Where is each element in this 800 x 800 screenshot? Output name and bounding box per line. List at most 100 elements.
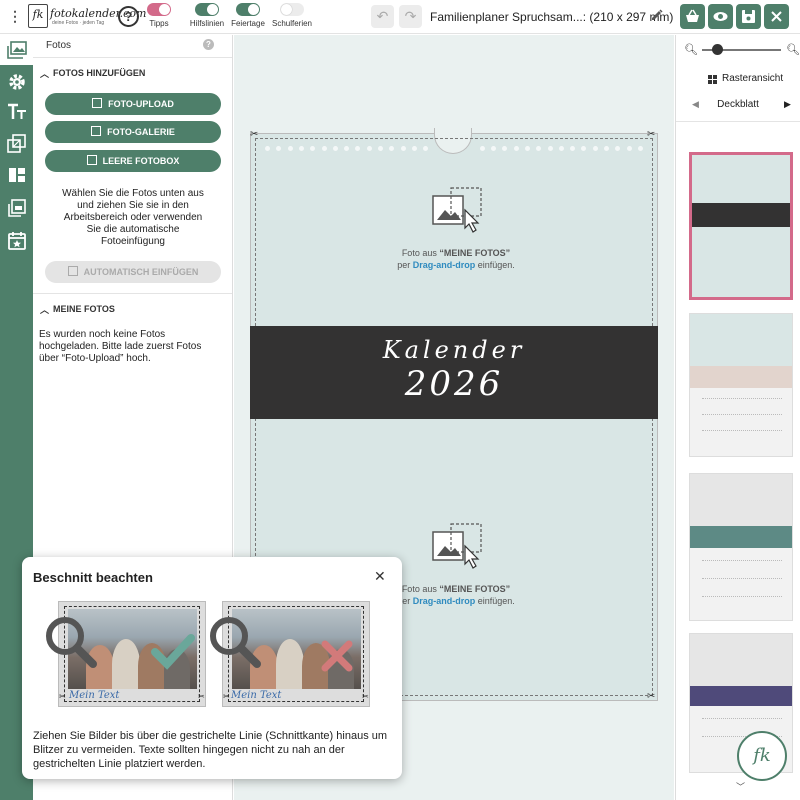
layers-icon: [7, 134, 26, 153]
example-correct: ✂ ✂ Mein Text: [46, 601, 206, 707]
photo-gallery-button[interactable]: FOTO-GALERIE: [45, 121, 221, 143]
page-thumbnail-month[interactable]: [689, 313, 793, 457]
basket-icon: [686, 9, 699, 22]
thumb-grid-line: [702, 560, 782, 561]
calendar-star-icon: [8, 232, 26, 250]
document-title[interactable]: Familienplaner Spruchsam...: (210 x 297 …: [430, 10, 673, 24]
text-part: “MEINE FOTOS”: [439, 248, 511, 258]
section-my-photos[interactable]: ︿ MEINE FOTOS: [33, 301, 233, 319]
toggle-feiertage[interactable]: Feiertage: [230, 3, 266, 33]
toggle-label: Tipps: [149, 19, 169, 28]
text-part: einfügen.: [475, 260, 515, 270]
toggle-label: Schulferien: [271, 19, 313, 28]
text-icon: [8, 103, 26, 119]
auto-insert-button[interactable]: AUTOMATISCH EINFÜGEN: [45, 261, 221, 283]
text-line: über “Foto-Upload” hoch.: [39, 353, 151, 364]
page-thumbnail-month[interactable]: [689, 473, 793, 621]
undo-button[interactable]: ↶: [371, 5, 394, 28]
toggle-tipps[interactable]: Tipps: [146, 3, 172, 33]
fk-logo-badge[interactable]: fk: [737, 731, 787, 781]
sidebar-item-photos[interactable]: [0, 35, 33, 65]
redo-icon: ↷: [404, 8, 417, 24]
zoom-slider-handle[interactable]: [712, 44, 723, 55]
popup-text: Ziehen Sie Bilder bis über die gestriche…: [33, 730, 388, 770]
section-add-photos[interactable]: ︿ FOTOS HINZUFÜGEN: [33, 65, 233, 83]
edit-pen-icon[interactable]: [651, 9, 663, 23]
eye-icon: [713, 12, 728, 21]
magnifier-icon: [46, 617, 97, 668]
photo-dropzone-top[interactable]: Foto aus “MEINE FOTOS” per Drag-and-drop…: [351, 186, 561, 276]
thumb-photo-area: [690, 314, 792, 366]
thumb-grid-line: [702, 596, 782, 597]
sidebar-item-calendar-star[interactable]: [0, 225, 33, 255]
grid-icon: [708, 75, 717, 84]
photo-upload-button[interactable]: FOTO-UPLOAD: [45, 93, 221, 115]
next-page-arrow-icon[interactable]: ▶: [784, 99, 791, 110]
toggle-track[interactable]: [280, 3, 304, 16]
my-photos-empty-text: Es wurden noch keine Fotos hochgeladen. …: [39, 329, 229, 365]
add-photos-hint: Wählen Sie die Fotos unten aus und ziehe…: [33, 188, 233, 248]
dropzone-text: per Drag-and-drop einfügen.: [351, 260, 561, 270]
sidebar-item-layers[interactable]: [0, 128, 33, 158]
dropzone-text: Foto aus “MEINE FOTOS”: [351, 248, 561, 258]
thumb-photo-area: [692, 155, 790, 203]
checkmark-icon: [151, 634, 195, 670]
thumb-title-band: [692, 203, 790, 227]
logo-mark: fk: [28, 4, 48, 28]
redo-button[interactable]: ↷: [399, 5, 422, 28]
gear-icon: [9, 74, 25, 90]
text-part: Foto aus: [401, 248, 440, 258]
toggle-track[interactable]: [236, 3, 260, 16]
scissors-icon: ✂: [647, 129, 656, 140]
button-label: AUTOMATISCH EINFÜGEN: [83, 267, 199, 277]
sidebar-item-text[interactable]: [0, 97, 33, 127]
toggle-track[interactable]: [147, 3, 171, 16]
top-bar: ⋮ fk fotokalender.com deine Fotos · jede…: [0, 0, 800, 34]
page-thumbnail-cover[interactable]: [689, 152, 793, 300]
drop-photo-icon: [432, 523, 482, 569]
save-button[interactable]: [736, 4, 761, 29]
thumb-photo-area: [690, 474, 792, 526]
upload-icon: [92, 98, 103, 108]
text-part: einfügen.: [475, 596, 515, 606]
help-icon[interactable]: ?: [118, 6, 139, 27]
panel-title: Fotos: [46, 40, 72, 51]
scissors-icon: ✂: [362, 692, 369, 701]
current-page-label: Deckblatt: [717, 99, 759, 110]
scissors-icon: ✂: [59, 692, 66, 701]
save-icon: [742, 10, 755, 23]
button-label: FOTO-UPLOAD: [108, 99, 174, 109]
logo[interactable]: fk fotokalender.com deine Fotos · jeden …: [28, 4, 146, 30]
title-band[interactable]: Kalender 2026: [250, 326, 658, 419]
gallery-icon: [91, 126, 102, 136]
toggle-hilfslinien[interactable]: Hilfslinien: [187, 3, 227, 33]
thumb-grid-line: [702, 578, 782, 579]
toggle-track[interactable]: [195, 3, 219, 16]
calendar-photo-icon: [8, 199, 26, 217]
preview-button[interactable]: [708, 4, 733, 29]
pages-panel: 🔍︎ 🔍︎ Rasteransicht ◀ Deckblatt ▶ ﹀: [675, 35, 800, 800]
auto-insert-icon: [67, 266, 78, 276]
text-part: Foto aus: [401, 584, 440, 594]
thumb-photo-area: [690, 634, 792, 686]
scissors-icon: ✂: [250, 129, 259, 140]
sidebar-item-layout[interactable]: [0, 160, 33, 190]
cart-button[interactable]: [680, 4, 705, 29]
zoom-out-icon[interactable]: 🔍︎: [684, 43, 698, 56]
text-part: “MEINE FOTOS”: [439, 584, 511, 594]
panel-help-icon[interactable]: ?: [203, 39, 214, 50]
sidebar-item-settings[interactable]: [0, 66, 33, 96]
grid-view-label: Rasteransicht: [722, 73, 784, 84]
toggle-schulferien[interactable]: Schulferien: [271, 3, 313, 33]
close-icon[interactable]: ✕: [374, 568, 386, 585]
sidebar-item-calendar-photo[interactable]: [0, 192, 33, 222]
close-button[interactable]: [764, 4, 789, 29]
scissors-icon: ✂: [223, 692, 230, 701]
chevron-down-icon[interactable]: ﹀: [736, 780, 745, 793]
empty-photobox-button[interactable]: LEERE FOTOBOX: [45, 150, 221, 172]
kebab-menu-icon[interactable]: ⋮: [8, 9, 22, 23]
zoom-in-icon[interactable]: 🔍︎: [786, 43, 800, 56]
chevron-up-icon: ︿: [40, 305, 50, 315]
hint-line: und ziehen Sie sie in den: [77, 200, 189, 211]
button-label: FOTO-GALERIE: [107, 127, 175, 137]
